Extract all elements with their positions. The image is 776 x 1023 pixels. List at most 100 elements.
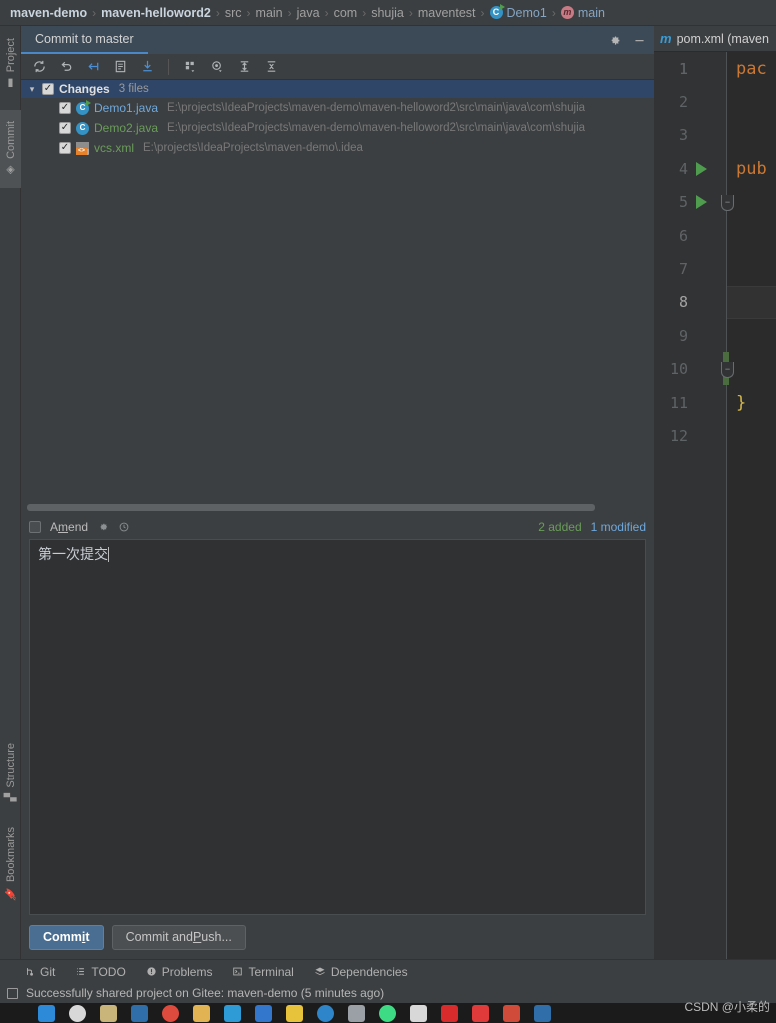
- amend-checkbox[interactable]: ✓: [29, 520, 41, 533]
- commit-tool-window: Commit to master ▾ ✓ Changes 3 files ✓ C…: [21, 26, 654, 959]
- file-checkbox[interactable]: ✓: [59, 102, 71, 114]
- diff-icon[interactable]: [108, 56, 132, 78]
- run-gutter-icon[interactable]: [696, 195, 707, 210]
- changes-group-checkbox[interactable]: ✓: [42, 83, 54, 95]
- file-name: Demo1.java: [94, 101, 159, 115]
- changes-horizontal-scrollbar[interactable]: [21, 500, 654, 515]
- terminal-icon: [232, 966, 243, 977]
- commit-message-text[interactable]: 第一次提交: [30, 540, 645, 572]
- folder2-icon[interactable]: [410, 1004, 427, 1022]
- sidebar-item-project[interactable]: Project ▮: [0, 28, 21, 100]
- run-gutter-icon[interactable]: [696, 161, 707, 176]
- line-number: 4: [678, 159, 688, 178]
- status-bar-item-dependencies[interactable]: Dependencies: [314, 965, 408, 979]
- gear-icon[interactable]: [97, 521, 109, 533]
- amend-label: Amend: [50, 519, 89, 534]
- breadcrumb-item-5[interactable]: com: [334, 6, 358, 20]
- sidebar-item-bookmarks[interactable]: Bookmarks 🔖: [0, 819, 21, 909]
- breadcrumb-label: maven-helloword2: [101, 5, 211, 20]
- file-name: vcs.xml: [94, 141, 134, 155]
- git-branch-icon: [24, 966, 35, 977]
- event-log-text: Successfully shared project on Gitee: ma…: [26, 986, 385, 1000]
- rollback-icon[interactable]: [54, 56, 78, 78]
- gear-icon[interactable]: [608, 34, 621, 47]
- breadcrumb-item-0[interactable]: maven-demo: [10, 6, 87, 20]
- table-row[interactable]: ✓ C Demo1.java E:\projects\IdeaProjects\…: [21, 98, 654, 118]
- event-log-icon[interactable]: [7, 987, 18, 999]
- sidebar-item-structure[interactable]: Structure ▞: [0, 733, 21, 811]
- breadcrumb-item-8[interactable]: C Demo1: [489, 4, 547, 20]
- breadcrumb-item-3[interactable]: main: [256, 6, 283, 20]
- status-bar-item-git[interactable]: Git: [24, 965, 55, 979]
- commit-button[interactable]: Comm i t: [29, 924, 104, 950]
- expand-all-icon[interactable]: [232, 56, 256, 78]
- breadcrumb-item-2[interactable]: src: [225, 6, 242, 20]
- android-icon[interactable]: [379, 1004, 396, 1022]
- changes-tree[interactable]: ▾ ✓ Changes 3 files ✓ C Demo1.java E:\pr…: [21, 80, 654, 501]
- ui-app-icon[interactable]: [534, 1004, 551, 1022]
- file-explorer-icon[interactable]: [100, 1004, 117, 1022]
- breadcrumb-separator: ›: [408, 5, 413, 20]
- breadcrumb-item-1[interactable]: maven-helloword2: [101, 6, 211, 20]
- wps-icon[interactable]: [503, 1004, 520, 1022]
- changes-group-row[interactable]: ▾ ✓ Changes 3 files: [21, 80, 654, 98]
- sidebar-item-label: Commit: [4, 121, 17, 159]
- editor-body[interactable]: 1 1 pac 2 3 4 pub 5 − 6 7 8 9 10 − 11} …: [654, 52, 776, 959]
- cloud-icon[interactable]: [255, 1004, 272, 1022]
- breadcrumb-item-6[interactable]: shujia: [371, 6, 404, 20]
- pdf-icon[interactable]: [441, 1004, 458, 1022]
- red-app-icon[interactable]: [472, 1004, 489, 1022]
- sidebar-item-label: Structure: [4, 742, 17, 788]
- breadcrumb-item-4[interactable]: java: [297, 6, 320, 20]
- commit-tab-actions: [608, 26, 646, 54]
- folder-icon[interactable]: [193, 1004, 210, 1022]
- breadcrumb-item-7[interactable]: maventest: [418, 6, 476, 20]
- sidebar-item-label: Bookmarks: [4, 827, 17, 883]
- sidebar-item-commit[interactable]: Commit ◈: [0, 110, 21, 188]
- collapse-all-icon[interactable]: [259, 56, 283, 78]
- edge-icon[interactable]: [317, 1004, 334, 1022]
- class-runnable-icon: C: [489, 4, 505, 19]
- status-bar-label: Terminal: [248, 964, 294, 979]
- fold-collapse-icon[interactable]: −: [721, 194, 734, 211]
- file-checkbox[interactable]: ✓: [59, 142, 71, 154]
- wolf-icon[interactable]: [348, 1004, 365, 1022]
- table-row[interactable]: ✓ vcs.xml E:\projects\IdeaProjects\maven…: [21, 138, 654, 158]
- line-number: 5: [678, 193, 688, 212]
- code-token: pac: [736, 58, 767, 79]
- text-caret: [108, 546, 109, 562]
- bookmark-icon: 🔖: [5, 887, 17, 901]
- breadcrumb-label: shujia: [371, 5, 404, 20]
- clock-icon[interactable]: [118, 521, 130, 533]
- store-icon[interactable]: [224, 1004, 241, 1022]
- tab-pom-xml[interactable]: pom.xml (maven: [677, 32, 769, 46]
- breadcrumb-separator: ›: [246, 5, 251, 20]
- minimize-icon[interactable]: [633, 34, 646, 47]
- update-icon[interactable]: [135, 56, 159, 78]
- table-row[interactable]: ✓ C Demo2.java E:\projects\IdeaProjects\…: [21, 118, 654, 138]
- status-bar-item-problems[interactable]: Problems: [146, 965, 212, 979]
- preview-icon[interactable]: [205, 56, 229, 78]
- breadcrumb-label: main: [255, 5, 283, 20]
- group-by-icon[interactable]: [178, 56, 202, 78]
- commit-message-input[interactable]: 第一次提交: [29, 538, 646, 915]
- scrollbar-thumb[interactable]: [27, 504, 595, 512]
- status-bar-item-terminal[interactable]: Terminal: [232, 964, 294, 979]
- shelve-icon[interactable]: [81, 56, 105, 78]
- windows-start-icon[interactable]: [38, 1004, 55, 1022]
- idea-icon[interactable]: [286, 1004, 303, 1022]
- breadcrumb-label: maventest: [417, 5, 476, 20]
- chevron-down-icon[interactable]: ▾: [27, 84, 37, 95]
- breadcrumb-label: src: [224, 5, 242, 20]
- fold-collapse-icon[interactable]: −: [721, 361, 734, 378]
- chrome-icon[interactable]: [162, 1004, 179, 1022]
- tab-commit-to-master[interactable]: Commit to master: [21, 26, 148, 54]
- amend-row: ✓ Amend 2 added 1 modified: [21, 514, 654, 539]
- breadcrumb-item-9[interactable]: m main: [560, 6, 605, 20]
- status-bar-item-todo[interactable]: TODO: [75, 965, 126, 979]
- file-checkbox[interactable]: ✓: [59, 122, 71, 134]
- refresh-icon[interactable]: [27, 56, 51, 78]
- commit-and-push-button[interactable]: Commit and Push...: [111, 924, 246, 950]
- browser-icon[interactable]: [69, 1004, 86, 1022]
- app-blue-icon[interactable]: [131, 1004, 148, 1022]
